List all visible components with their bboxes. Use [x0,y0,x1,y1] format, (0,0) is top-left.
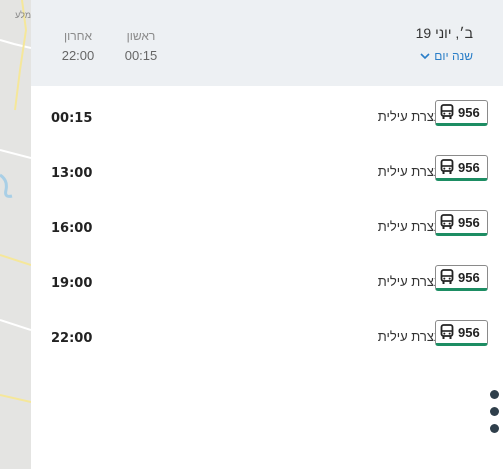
trip-time: 16:00 [51,221,93,236]
trip-time: 13:00 [51,166,93,181]
route-number: 956 [458,269,480,285]
route-badge[interactable]: 956 [435,320,488,346]
more-vertical-icon[interactable] [490,390,500,440]
selected-date: ב׳, יוני 19 [415,25,473,41]
route-badge[interactable]: 956 [435,100,488,126]
timetable-header: ב׳, יוני 19 שנה יום ראשון 00:15 אחרון 22… [31,0,503,86]
bus-icon [440,324,454,340]
trip-destination: נצרת עילית [377,329,439,344]
trip-row[interactable]: 19:00 נצרת עילית 956 [31,264,503,304]
route-number: 956 [458,104,480,120]
route-badge[interactable]: 956 [435,155,488,181]
trip-time: 00:15 [51,111,93,126]
route-number: 956 [458,214,480,230]
bus-icon [440,104,454,120]
trip-row[interactable]: 13:00 נצרת עילית 956 [31,154,503,194]
trip-destination: נצרת עילית [377,164,439,179]
change-day-label: שנה יום [434,49,473,63]
change-day-button[interactable]: שנה יום [420,49,473,63]
trip-destination: נצרת עילית [377,219,439,234]
bus-icon [440,159,454,175]
trip-time: 22:00 [51,331,93,346]
timetable-panel: ב׳, יוני 19 שנה יום ראשון 00:15 אחרון 22… [31,0,503,469]
trip-destination: נצרת עילית [377,274,439,289]
map-roads [0,0,31,403]
route-number: 956 [458,159,480,175]
chevron-down-icon [420,52,430,63]
trip-time: 19:00 [51,276,93,291]
trip-destination: נצרת עילית [377,109,439,124]
last-departure-label: אחרון [63,29,93,43]
map-strip[interactable]: מלע [0,0,31,469]
map-place-label: מלע [15,10,31,20]
trip-row[interactable]: 16:00 נצרת עילית 956 [31,209,503,249]
trip-row[interactable]: 22:00 נצרת עילית 956 [31,319,503,359]
route-number: 956 [458,324,480,340]
last-departure-time: 22:00 [61,48,95,63]
last-departure: אחרון 22:00 [43,29,113,63]
first-departure-label: ראשון [126,29,156,43]
first-departure: ראשון 00:15 [106,29,176,63]
bus-icon [440,269,454,285]
route-badge[interactable]: 956 [435,265,488,291]
trip-row[interactable]: 00:15 נצרת עילית 956 [31,99,503,139]
route-badge[interactable]: 956 [435,210,488,236]
bus-icon [440,214,454,230]
first-departure-time: 00:15 [124,48,158,63]
